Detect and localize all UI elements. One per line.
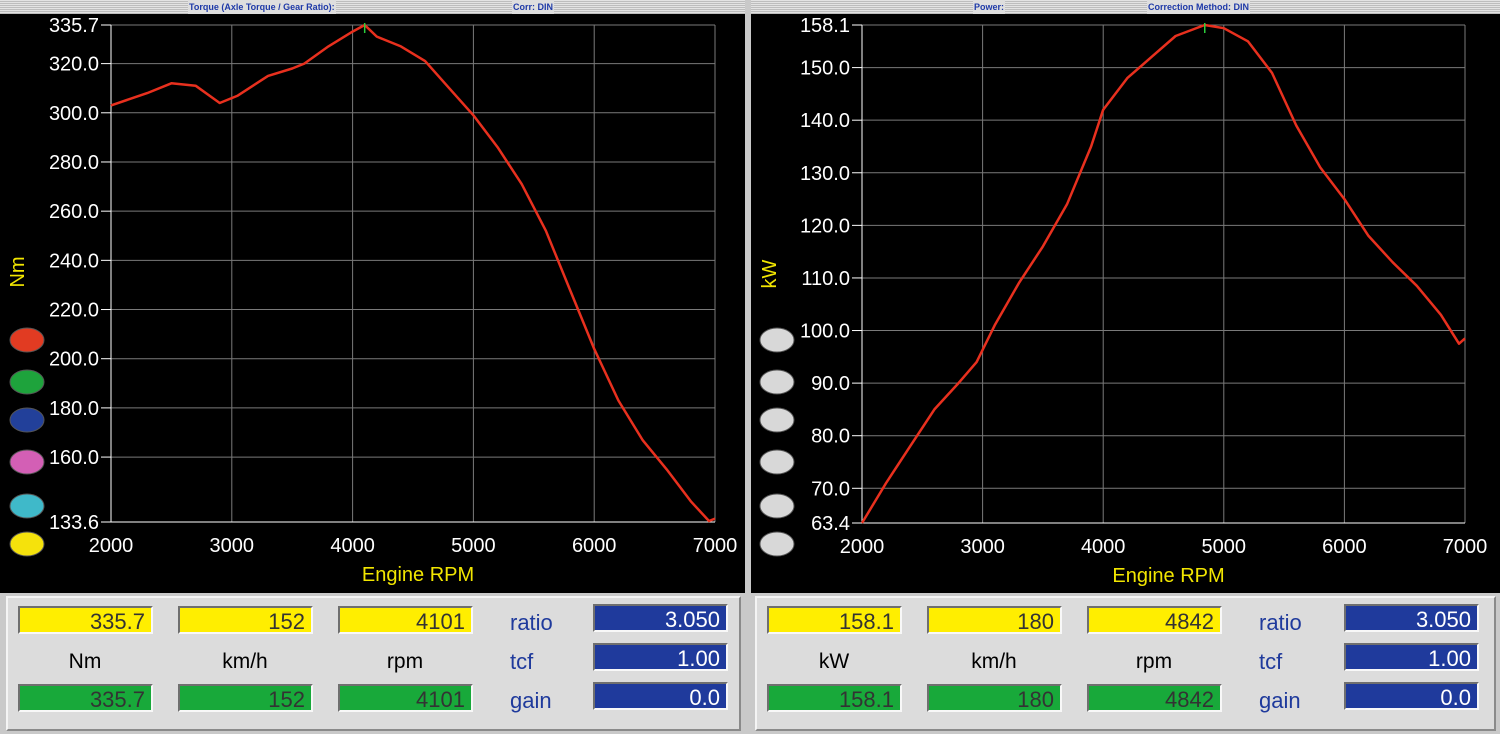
legend-dot[interactable] [759, 449, 795, 475]
power-readout: 158.1 180 4842 kW km/h rpm 158.1 180 484… [755, 596, 1496, 731]
y-tick-label: 63.4 [811, 513, 850, 535]
power-title: Power: [973, 0, 1006, 14]
x-tick-label: 4000 [330, 535, 375, 557]
x-axis-title: Engine RPM [362, 564, 474, 586]
rpm-unit-label: rpm [1135, 650, 1173, 673]
y-tick-label: 300.0 [49, 103, 99, 125]
legend-dot[interactable] [759, 493, 795, 519]
power-value2-field: 158.1 [767, 684, 902, 712]
torque-value-field: 335.7 [18, 606, 153, 634]
ratio-label: ratio [1259, 610, 1302, 635]
y-tick-label: 335.7 [49, 15, 99, 37]
tcf-label: tcf [1259, 649, 1283, 674]
legend-dot[interactable] [759, 407, 795, 433]
speed-value2-field: 180 [927, 684, 1062, 712]
legend-dot[interactable] [759, 369, 795, 395]
x-tick-label: 7000 [1443, 536, 1488, 558]
rpm-value-field: 4842 [1087, 606, 1222, 634]
rpm-value-field: 4101 [338, 606, 473, 634]
y-tick-label: 110.0 [801, 268, 850, 290]
y-axis-title: Nm [7, 256, 29, 287]
y-tick-label: 140.0 [800, 110, 850, 132]
y-tick-label: 240.0 [49, 250, 99, 272]
legend-dot[interactable] [9, 493, 45, 519]
power-unit-label: kW [818, 650, 850, 673]
gain-field[interactable]: 0.0 [1344, 682, 1479, 710]
torque-readout: 335.7 152 4101 Nm km/h rpm 335.7 152 410… [6, 596, 741, 731]
gain-label: gain [1259, 688, 1301, 713]
gain-field[interactable]: 0.0 [593, 682, 728, 710]
x-tick-label: 5000 [451, 535, 496, 557]
torque-unit-label: Nm [68, 650, 102, 673]
y-tick-label: 120.0 [800, 215, 850, 237]
power-panel: Power: Correction Method: DIN 158.1 150.0… [751, 0, 1500, 734]
ratio-field[interactable]: 3.050 [1344, 604, 1479, 632]
power-correction: Correction Method: DIN [1147, 0, 1250, 14]
rpm-value2-field: 4842 [1087, 684, 1222, 712]
power-chart: 158.1 150.0 140.0 130.0 120.0 110.0 100.0 90.0 8… [751, 14, 1500, 593]
y-tick-label: 100.0 [800, 321, 850, 343]
tcf-field[interactable]: 1.00 [593, 643, 728, 671]
x-tick-label: 3000 [960, 536, 1005, 558]
power-chart-svg: 158.1 150.0 140.0 130.0 120.0 110.0 100.0 90.0 8… [759, 15, 1488, 587]
series-line [860, 23, 1466, 524]
y-tick-label: 260.0 [49, 201, 99, 223]
legend-dot[interactable] [9, 369, 45, 395]
torque-chart: 335.7 320.0 300.0 280.0 260.0 240.0 220.0 200.0… [0, 14, 745, 593]
tcf-field[interactable]: 1.00 [1344, 643, 1479, 671]
y-tick-label: 180.0 [49, 398, 99, 420]
y-tick-label: 130.0 [800, 163, 850, 185]
legend-dot[interactable] [9, 449, 45, 475]
legend-dot[interactable] [9, 327, 45, 353]
rpm-unit-label: rpm [386, 650, 424, 673]
x-tick-label: 6000 [1322, 536, 1367, 558]
torque-value2-field: 335.7 [18, 684, 153, 712]
ratio-field[interactable]: 3.050 [593, 604, 728, 632]
y-tick-label: 160.0 [49, 447, 99, 469]
y-tick-label: 320.0 [49, 54, 99, 76]
x-tick-label: 2000 [89, 535, 134, 557]
y-axis-title: kW [759, 259, 781, 288]
torque-header: Torque (Axle Torque / Gear Ratio): Corr:… [0, 0, 745, 14]
torque-correction: Corr: DIN [512, 0, 554, 14]
speed-unit-label: km/h [971, 650, 1017, 673]
legend-dot[interactable] [9, 407, 45, 433]
speed-unit-label: km/h [222, 650, 268, 673]
y-tick-label: 280.0 [49, 152, 99, 174]
y-tick-label: 90.0 [811, 373, 850, 395]
speed-value-field: 152 [178, 606, 313, 634]
torque-chart-svg: 335.7 320.0 300.0 280.0 260.0 240.0 220.0 200.0… [7, 15, 738, 586]
legend-dot[interactable] [9, 531, 45, 557]
power-header: Power: Correction Method: DIN [751, 0, 1500, 14]
y-tick-label: 80.0 [811, 426, 850, 448]
x-tick-label: 4000 [1081, 536, 1126, 558]
y-tick-label: 200.0 [49, 349, 99, 371]
x-tick-label: 6000 [572, 535, 617, 557]
ratio-label: ratio [510, 610, 553, 635]
series-line [110, 23, 716, 523]
y-tick-label: 158.1 [800, 15, 850, 37]
tcf-label: tcf [510, 649, 534, 674]
x-axis-title: Engine RPM [1112, 565, 1224, 587]
legend-dot[interactable] [759, 531, 795, 557]
x-tick-label: 7000 [693, 535, 738, 557]
x-tick-label: 2000 [840, 536, 885, 558]
legend-dot[interactable] [759, 327, 795, 353]
y-tick-label: 133.6 [49, 512, 99, 534]
y-tick-label: 150.0 [800, 58, 850, 80]
torque-title: Torque (Axle Torque / Gear Ratio): [188, 0, 336, 14]
gain-label: gain [510, 688, 552, 713]
torque-panel: Torque (Axle Torque / Gear Ratio): Corr:… [0, 0, 745, 734]
speed-value2-field: 152 [178, 684, 313, 712]
x-tick-label: 3000 [210, 535, 255, 557]
y-tick-label: 70.0 [811, 478, 850, 500]
rpm-value2-field: 4101 [338, 684, 473, 712]
x-tick-label: 5000 [1202, 536, 1247, 558]
power-value-field: 158.1 [767, 606, 902, 634]
speed-value-field: 180 [927, 606, 1062, 634]
y-tick-label: 220.0 [49, 300, 99, 322]
